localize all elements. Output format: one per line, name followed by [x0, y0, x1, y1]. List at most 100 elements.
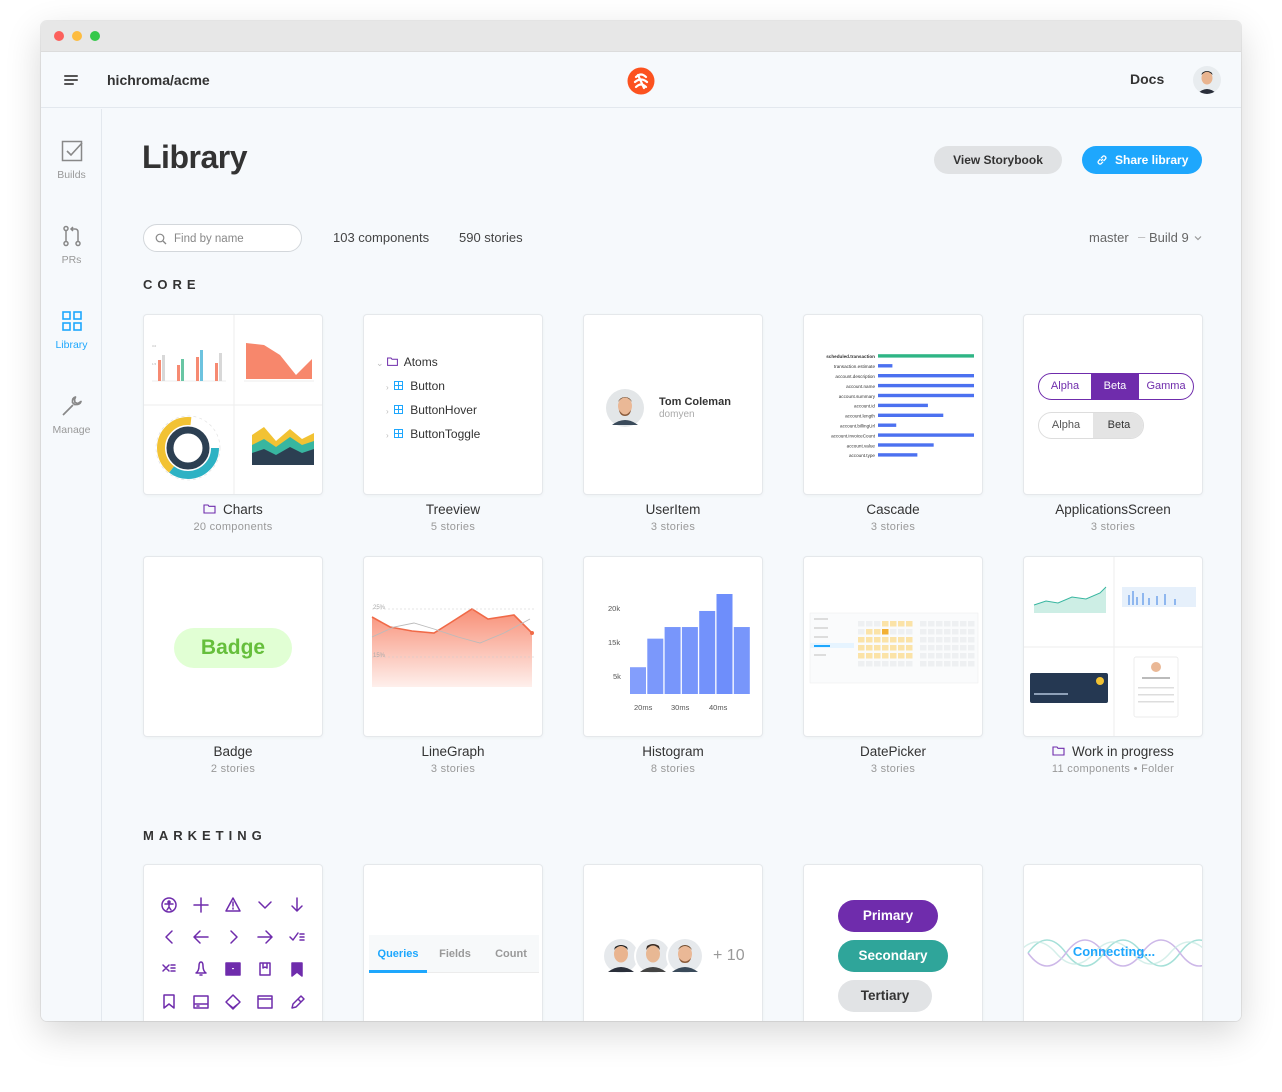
- linegraph-preview: [371, 608, 534, 687]
- calendar-day: [952, 637, 959, 643]
- tab-queries[interactable]: Queries: [369, 935, 427, 973]
- calendar-day: [858, 653, 865, 659]
- cascade-label: transaction.estimate: [834, 364, 876, 369]
- card-charts[interactable]: 3.0 1.5: [143, 314, 323, 495]
- card-useritem[interactable]: Tom Coleman domyen: [583, 314, 763, 495]
- primary-button[interactable]: Primary: [838, 900, 938, 932]
- toggle-alpha[interactable]: Alpha: [1039, 374, 1091, 399]
- calendar-day: [890, 621, 897, 627]
- search-input[interactable]: [174, 230, 294, 248]
- toggle-beta[interactable]: Beta: [1091, 374, 1139, 399]
- cascade-bar: [878, 354, 974, 358]
- card-tabs[interactable]: Queries Fields Count: [363, 864, 543, 1021]
- calendar-day: [858, 621, 865, 627]
- card-treeview[interactable]: ⌄ Atoms › Button › ButtonHover › ButtonT…: [363, 314, 543, 495]
- page-title: Library: [142, 139, 247, 175]
- menu-icon[interactable]: [64, 73, 80, 87]
- sidebar-item-library[interactable]: Library: [41, 309, 102, 351]
- card-buttons[interactable]: Primary Secondary Tertiary: [803, 864, 983, 1021]
- calendar-day: [866, 621, 873, 627]
- calendar-day: [866, 661, 873, 667]
- card-subtitle: 8 stories: [650, 763, 696, 775]
- cascade-label: account.value: [847, 443, 876, 448]
- card-icons[interactable]: [143, 864, 323, 1021]
- zoom-window-button[interactable]: [90, 31, 100, 41]
- tab-fields[interactable]: Fields: [427, 935, 483, 973]
- sidebar-item-builds[interactable]: Builds: [41, 139, 102, 181]
- calendar-day: [960, 621, 967, 627]
- card-linegraph[interactable]: 25% 15%: [363, 556, 543, 737]
- component-icon: [393, 405, 403, 414]
- sidebar-item-prs[interactable]: PRs: [41, 224, 102, 266]
- user-avatar[interactable]: [1193, 66, 1221, 94]
- calendar-day: [952, 653, 959, 659]
- plus-icon: [193, 897, 209, 913]
- card-applicationsscreen[interactable]: Alpha Beta Gamma Alpha Beta: [1023, 314, 1203, 495]
- sidebar: Builds PRs Library Manage: [41, 109, 102, 1021]
- toggle-gamma[interactable]: Gamma: [1139, 374, 1193, 399]
- calendar-day: [968, 637, 975, 643]
- cascade-bar: [878, 393, 974, 398]
- minimize-window-button[interactable]: [72, 31, 82, 41]
- y-tick: 15k: [608, 638, 621, 647]
- card-subtitle: 3 stories: [870, 521, 916, 533]
- share-library-button[interactable]: Share library: [1082, 146, 1202, 174]
- build-selector[interactable]: Build 9: [1149, 230, 1202, 245]
- cascade-bar: [878, 433, 974, 437]
- view-storybook-button[interactable]: View Storybook: [934, 146, 1062, 174]
- card-work-in-progress[interactable]: [1023, 556, 1203, 737]
- chevron-right-icon: [230, 930, 238, 944]
- card-cascade[interactable]: scheduled.transaction transaction.estimat…: [803, 314, 983, 495]
- docs-link[interactable]: Docs: [1130, 71, 1164, 87]
- card-avatar-list[interactable]: + 10: [583, 864, 763, 1021]
- project-name[interactable]: hichroma/acme: [107, 72, 210, 88]
- badge-preview: Badge: [174, 628, 292, 668]
- card-title: ApplicationsScreen: [1055, 502, 1171, 517]
- search-box[interactable]: [143, 224, 302, 252]
- work-in-progress-preview: [1024, 557, 1202, 736]
- cascade-label: account.length: [845, 414, 875, 419]
- card-title: Histogram: [642, 744, 704, 759]
- toggle-alpha[interactable]: Alpha: [1039, 413, 1093, 438]
- calendar-day: [906, 621, 913, 627]
- cascade-label: account.type: [849, 453, 875, 458]
- arrow-left-icon: [193, 930, 209, 944]
- tertiary-button[interactable]: Tertiary: [838, 980, 932, 1012]
- card-badge[interactable]: Badge: [143, 556, 323, 737]
- branch-selector[interactable]: master: [1089, 230, 1129, 245]
- chromatic-logo-icon[interactable]: [627, 67, 655, 95]
- stacked-area-chart: [252, 427, 314, 465]
- calendar-day: [928, 645, 935, 651]
- card-subtitle: 5 stories: [430, 521, 476, 533]
- close-window-button[interactable]: [54, 31, 64, 41]
- calendar-day: [890, 645, 897, 651]
- card-histogram[interactable]: 20k 15k 5k 20ms 30ms 40ms: [583, 556, 763, 737]
- component-icon: [393, 429, 403, 438]
- calendar-day: [858, 629, 865, 635]
- calendar-day: [890, 661, 897, 667]
- pull-request-icon: [62, 225, 81, 247]
- card-subtitle: 3 stories: [1090, 521, 1136, 533]
- calendar-day: [882, 621, 889, 627]
- calendar-day: [936, 653, 943, 659]
- card-title-text: Work in progress: [1071, 744, 1174, 759]
- card-subtitle: 3 stories: [650, 521, 696, 533]
- cascade-bar: [878, 383, 974, 388]
- share-library-label: Share library: [1115, 153, 1189, 167]
- calendar-day: [920, 661, 927, 667]
- calendar-day: [898, 645, 905, 651]
- card-loader[interactable]: Connecting...: [1023, 864, 1203, 1021]
- toggle-beta[interactable]: Beta: [1093, 413, 1143, 438]
- secondary-button[interactable]: Secondary: [838, 940, 948, 972]
- calendar-day: [858, 661, 865, 667]
- x-tick: 40ms: [709, 703, 728, 712]
- tree-node: › Button: [386, 379, 445, 393]
- card-datepicker[interactable]: [803, 556, 983, 737]
- sidebar-item-label: Manage: [52, 424, 91, 436]
- folder-icon: [203, 504, 216, 514]
- calendar-day: [898, 653, 905, 659]
- tab-count[interactable]: Count: [483, 935, 539, 973]
- sidebar-item-manage[interactable]: Manage: [41, 394, 102, 436]
- separator: –: [1138, 229, 1146, 244]
- card-title: LineGraph: [421, 744, 485, 759]
